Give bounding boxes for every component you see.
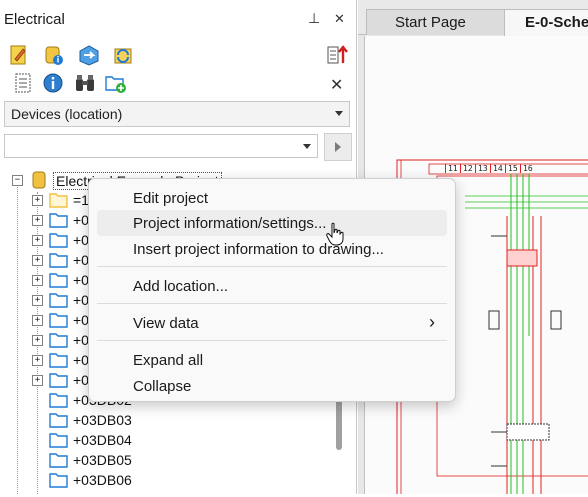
- tree-node-label: +03DB03: [73, 412, 132, 428]
- menu-separator: [97, 303, 447, 304]
- expand-toggle[interactable]: +: [32, 335, 43, 346]
- column-number: 11: [445, 164, 458, 173]
- tree-node[interactable]: +03DB03: [0, 410, 340, 430]
- new-folder-icon[interactable]: [102, 70, 128, 96]
- search-go-button[interactable]: [324, 133, 352, 161]
- tree-node-label: +0: [73, 372, 89, 388]
- tab-active-drawing[interactable]: E-0-Sche: [504, 9, 588, 36]
- tab-start-page[interactable]: Start Page: [366, 9, 506, 35]
- folder-icon: [49, 193, 68, 208]
- project-database-icon: [30, 171, 49, 189]
- folder-icon: [49, 273, 68, 288]
- menu-item-label: Collapse: [133, 378, 192, 395]
- info-icon[interactable]: [40, 70, 66, 96]
- edit-document-icon[interactable]: [6, 42, 32, 68]
- menu-item-label: Project information/settings...: [133, 215, 327, 232]
- expand-toggle[interactable]: +: [32, 275, 43, 286]
- menu-item-edit-project[interactable]: Edit project: [97, 185, 447, 211]
- column-number: 14: [490, 164, 503, 173]
- search-history-chevron-icon[interactable]: [303, 144, 311, 149]
- column-number: 16: [520, 164, 533, 173]
- menu-separator: [97, 340, 447, 341]
- tab-active-label: E-0-Sche: [525, 14, 588, 31]
- folder-icon: [49, 293, 68, 308]
- folder-icon: [49, 433, 68, 448]
- panel-titlebar: Electrical ⊥ ✕: [0, 0, 356, 38]
- column-number: 12: [460, 164, 473, 173]
- binoculars-icon[interactable]: [72, 70, 98, 96]
- database-info-icon[interactable]: [40, 42, 66, 68]
- tree-node[interactable]: +03DB04: [0, 430, 340, 450]
- chevron-right-icon: ›: [429, 312, 435, 332]
- folder-icon: [49, 413, 68, 428]
- tree-node-label: +0: [73, 212, 89, 228]
- tree-node[interactable]: +03DB05: [0, 450, 340, 470]
- folder-icon: [49, 313, 68, 328]
- tree-node-label: +0: [73, 272, 89, 288]
- folder-icon: [49, 213, 68, 228]
- view-select[interactable]: Devices (location): [4, 101, 350, 127]
- collapse-toggle[interactable]: −: [12, 175, 23, 186]
- properties-icon[interactable]: [10, 70, 36, 96]
- tree-node[interactable]: +03DB06: [0, 470, 340, 490]
- folder-icon: [49, 453, 68, 468]
- expand-toggle[interactable]: +: [32, 255, 43, 266]
- menu-item-label: Expand all: [133, 352, 204, 369]
- toolbar-close-icon[interactable]: ✕: [330, 75, 343, 95]
- expand-toggle[interactable]: +: [32, 215, 43, 226]
- menu-item-collapse[interactable]: Collapse: [97, 373, 447, 399]
- column-number: 13: [475, 164, 488, 173]
- tree-node-label: +0: [73, 252, 89, 268]
- folder-icon: [49, 393, 68, 408]
- tree-node-label: +0: [73, 332, 89, 348]
- tree-node-label: +0: [73, 232, 89, 248]
- menu-separator: [97, 266, 447, 267]
- tree-node-label: +03DB04: [73, 432, 132, 448]
- tree-node-label: +03DB05: [73, 452, 132, 468]
- expand-toggle[interactable]: +: [32, 355, 43, 366]
- tree-node-label: +0: [73, 312, 89, 328]
- tree-node-label: =1: [73, 192, 89, 208]
- pin-icon[interactable]: ⊥: [308, 10, 320, 27]
- menu-item-label: View data: [133, 315, 199, 332]
- sync-icon[interactable]: [110, 42, 136, 68]
- panel-title: Electrical: [4, 11, 65, 28]
- import-icon[interactable]: [76, 42, 102, 68]
- menu-item-label: Insert project information to drawing...: [133, 241, 384, 258]
- expand-toggle[interactable]: +: [32, 375, 43, 386]
- tab-start-page-label: Start Page: [395, 14, 466, 31]
- menu-item-label: Add location...: [133, 278, 229, 295]
- tree-node-label: +0: [73, 352, 89, 368]
- folder-icon: [49, 233, 68, 248]
- expand-toggle[interactable]: +: [32, 315, 43, 326]
- folder-icon: [49, 373, 68, 388]
- sort-order-icon[interactable]: [324, 42, 350, 68]
- folder-icon: [49, 353, 68, 368]
- close-panel-icon[interactable]: ✕: [334, 11, 345, 27]
- document-tabstrip: Start Page E-0-Sche: [358, 0, 588, 36]
- context-menu: Edit project Project information/setting…: [88, 178, 456, 402]
- menu-item-label: Edit project: [133, 190, 209, 207]
- expand-toggle[interactable]: +: [32, 295, 43, 306]
- menu-item-insert-project-information[interactable]: Insert project information to drawing...: [97, 236, 447, 262]
- chevron-down-icon: [335, 111, 343, 116]
- arrow-right-icon: [335, 142, 341, 152]
- view-select-value: Devices (location): [11, 106, 123, 122]
- expand-toggle[interactable]: +: [32, 195, 43, 206]
- menu-item-view-data[interactable]: View data ›: [97, 310, 447, 336]
- tree-node-label: +03DB06: [73, 472, 132, 488]
- tree-node-label: +0: [73, 292, 89, 308]
- folder-icon: [49, 473, 68, 488]
- folder-icon: [49, 253, 68, 268]
- folder-icon: [49, 333, 68, 348]
- menu-item-expand-all[interactable]: Expand all: [97, 347, 447, 373]
- column-number: 15: [505, 164, 518, 173]
- menu-item-add-location[interactable]: Add location...: [97, 273, 447, 299]
- menu-item-project-information-settings[interactable]: Project information/settings...: [97, 210, 447, 236]
- search-input[interactable]: [4, 134, 318, 158]
- hand-cursor-icon: [326, 222, 344, 246]
- expand-toggle[interactable]: +: [32, 235, 43, 246]
